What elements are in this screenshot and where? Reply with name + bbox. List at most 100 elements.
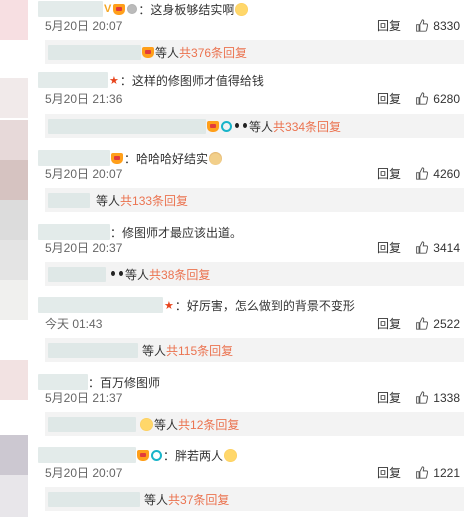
avatar[interactable] bbox=[0, 160, 28, 200]
more-replies-link[interactable]: 共334条回复 bbox=[273, 118, 341, 135]
crown-badge-icon bbox=[142, 46, 154, 58]
comment-text: ：哈哈哈好结实 bbox=[124, 151, 209, 166]
thumbs-up-icon[interactable] bbox=[415, 241, 428, 254]
sub-replies-box[interactable]: 等人 共115条回复 bbox=[45, 338, 464, 362]
smile-emoji-icon bbox=[224, 448, 238, 462]
comment-meta: 5月20日 20:07 回复 1221 bbox=[45, 464, 468, 481]
sub-reply-users-blurred bbox=[48, 342, 138, 358]
star-badge-icon: ★ bbox=[109, 74, 119, 87]
like-count: 3414 bbox=[433, 240, 460, 255]
sub-reply-users-blurred bbox=[48, 44, 141, 60]
avatar[interactable] bbox=[0, 0, 28, 40]
avatar[interactable] bbox=[0, 435, 28, 475]
avatar[interactable] bbox=[0, 78, 28, 118]
ring-badge-icon bbox=[151, 449, 162, 461]
avatar[interactable] bbox=[0, 240, 28, 280]
comment-meta: 5月20日 21:36 回复 6280 bbox=[45, 90, 468, 107]
comment-text: ：这身板够结实啊 bbox=[138, 2, 235, 17]
sub-reply-prefix: 等人 bbox=[155, 45, 180, 60]
comment-meta: 5月20日 20:07 回复 4260 bbox=[45, 165, 468, 182]
sub-reply-users-blurred bbox=[48, 192, 90, 208]
reply-button[interactable]: 回复 bbox=[377, 389, 401, 406]
comment-text: ：好厉害，怎么做到的背景不变形 bbox=[174, 298, 355, 313]
avatar[interactable] bbox=[0, 360, 28, 400]
comment-header: ：胖若两人 bbox=[38, 446, 238, 464]
star-badge-icon: ★ bbox=[164, 299, 174, 312]
comment-header: ★ ：好厉害，怎么做到的背景不变形 bbox=[38, 296, 355, 314]
comment-time: 5月20日 20:07 bbox=[45, 465, 123, 480]
reply-button[interactable]: 回复 bbox=[377, 165, 401, 182]
sub-reply-users-blurred bbox=[48, 416, 136, 432]
avatar[interactable] bbox=[0, 280, 28, 320]
comment-time: 5月20日 20:07 bbox=[45, 18, 123, 33]
smile-emoji-icon bbox=[235, 2, 249, 16]
sub-reply-prefix: 等人 bbox=[142, 343, 167, 358]
panda-emoji-icon bbox=[234, 121, 248, 132]
panda-emoji-icon bbox=[110, 269, 124, 280]
comment-meta: 5月20日 20:37 回复 3414 bbox=[45, 239, 468, 256]
reply-button[interactable]: 回复 bbox=[377, 239, 401, 256]
username-blurred[interactable] bbox=[38, 297, 163, 313]
sub-reply-users-blurred bbox=[48, 266, 106, 282]
avatar[interactable] bbox=[0, 120, 28, 160]
thumbs-up-icon[interactable] bbox=[415, 466, 428, 479]
reply-button[interactable]: 回复 bbox=[377, 90, 401, 107]
sub-reply-users-blurred bbox=[48, 118, 206, 134]
username-blurred[interactable] bbox=[38, 1, 103, 17]
comment-header: ★ ：这样的修图师才值得给钱 bbox=[38, 71, 264, 89]
avatar-column bbox=[0, 0, 28, 517]
like-count: 8330 bbox=[433, 18, 460, 33]
comment-text: ：这样的修图师才值得给钱 bbox=[119, 73, 264, 88]
crown-badge-icon bbox=[137, 449, 149, 461]
thumbs-up-icon[interactable] bbox=[415, 92, 428, 105]
more-replies-link[interactable]: 共133条回复 bbox=[120, 192, 188, 209]
like-count: 4260 bbox=[433, 166, 460, 181]
username-blurred[interactable] bbox=[38, 72, 108, 88]
avatar[interactable] bbox=[0, 475, 28, 517]
more-replies-link[interactable]: 共12条回复 bbox=[178, 416, 239, 433]
comment-meta: 5月20日 20:07 回复 8330 bbox=[45, 17, 468, 34]
thumbs-up-icon[interactable] bbox=[415, 391, 428, 404]
reply-button[interactable]: 回复 bbox=[377, 315, 401, 332]
ring-badge-icon bbox=[221, 120, 232, 132]
sub-reply-prefix: 等人 bbox=[125, 267, 150, 282]
like-count: 1221 bbox=[433, 465, 460, 480]
thumbs-up-icon[interactable] bbox=[415, 167, 428, 180]
more-replies-link[interactable]: 共376条回复 bbox=[179, 44, 247, 61]
sub-reply-users-blurred bbox=[48, 491, 140, 507]
username-blurred[interactable] bbox=[38, 447, 136, 463]
comment-time: 5月20日 20:37 bbox=[45, 240, 123, 255]
sub-replies-box[interactable]: 等人 共376条回复 bbox=[45, 40, 464, 64]
sub-reply-prefix: 等人 bbox=[249, 119, 274, 134]
sub-reply-prefix: 等人 bbox=[96, 193, 121, 208]
more-replies-link[interactable]: 共37条回复 bbox=[168, 491, 229, 508]
avatar[interactable] bbox=[0, 200, 28, 240]
comment-meta: 5月20日 21:37 回复 1338 bbox=[45, 389, 468, 406]
like-count: 2522 bbox=[433, 316, 460, 331]
thumbs-up-icon[interactable] bbox=[415, 317, 428, 330]
sub-replies-box[interactable]: 等人 共12条回复 bbox=[45, 412, 464, 436]
crown-badge-icon bbox=[113, 3, 126, 15]
comment-time: 5月20日 21:36 bbox=[45, 91, 123, 106]
sub-replies-box[interactable]: 等人 共37条回复 bbox=[45, 487, 464, 511]
comment-meta: 今天 01:43 回复 2522 bbox=[45, 315, 468, 332]
sub-replies-box[interactable]: 等人 共133条回复 bbox=[45, 188, 464, 212]
thumbs-up-icon[interactable] bbox=[415, 19, 428, 32]
comment-time: 5月20日 21:37 bbox=[45, 390, 123, 405]
comment-header: V ：这身板够结实啊 bbox=[38, 0, 249, 18]
comment-text: ：修图师才最应该出道。 bbox=[110, 225, 243, 240]
sub-replies-box[interactable]: 等人 共38条回复 bbox=[45, 262, 464, 286]
sub-reply-prefix: 等人 bbox=[154, 417, 179, 432]
reply-button[interactable]: 回复 bbox=[377, 464, 401, 481]
emoji-icon bbox=[140, 417, 153, 431]
more-replies-link[interactable]: 共38条回复 bbox=[149, 266, 210, 283]
comment-time: 5月20日 20:07 bbox=[45, 166, 123, 181]
sub-replies-box[interactable]: 等人 共334条回复 bbox=[45, 114, 464, 138]
crown-badge-icon bbox=[111, 152, 123, 164]
verified-v-icon: V bbox=[104, 3, 112, 15]
more-replies-link[interactable]: 共115条回复 bbox=[166, 342, 233, 359]
sub-reply-prefix: 等人 bbox=[144, 492, 169, 507]
reply-button[interactable]: 回复 bbox=[377, 17, 401, 34]
like-count: 1338 bbox=[433, 390, 460, 405]
doge-emoji-icon bbox=[209, 151, 223, 165]
